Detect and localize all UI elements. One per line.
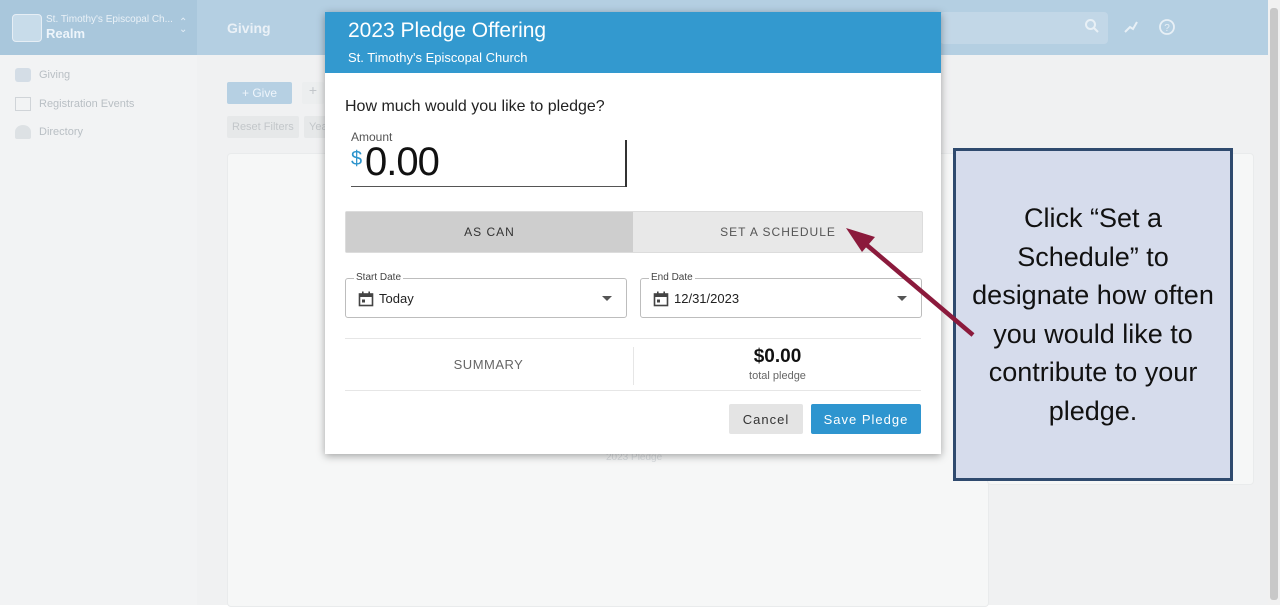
- frequency-toggle: AS CAN SET A SCHEDULE: [345, 211, 923, 253]
- church-logo-icon: [12, 14, 42, 42]
- end-date-value: 12/31/2023: [674, 291, 740, 306]
- secondary-add-button[interactable]: +: [302, 82, 324, 104]
- callout-text: Click “Set a Schedule” to designate how …: [972, 203, 1214, 426]
- sidebar-item-label: Registration Events: [39, 98, 135, 110]
- brand-switcher[interactable]: St. Timothy's Episcopal Ch... Realm ⌃ ⌄: [0, 0, 197, 55]
- summary-label: SUMMARY: [453, 357, 524, 372]
- total-pledge-value: $0.00: [753, 346, 802, 367]
- amount-underline: [351, 186, 625, 187]
- instruction-callout: Click “Set a Schedule” to designate how …: [953, 148, 1233, 481]
- events-icon: [15, 97, 31, 111]
- summary-top-divider: [345, 338, 921, 339]
- currency-symbol: $: [351, 148, 363, 170]
- pledge-question: How much would you like to pledge?: [345, 98, 605, 115]
- dropdown-arrow-icon[interactable]: [897, 296, 907, 301]
- reset-filters-button[interactable]: Reset Filters: [227, 116, 299, 138]
- amount-input[interactable]: 0.00: [365, 140, 440, 185]
- svg-text:?: ?: [1164, 23, 1170, 34]
- switch-chevron-icon[interactable]: ⌃ ⌄: [179, 18, 187, 35]
- give-button[interactable]: + Give: [227, 82, 292, 104]
- sidebar-item-registration-events[interactable]: Registration Events: [15, 94, 134, 114]
- sidebar: Giving Registration Events Directory: [0, 55, 197, 605]
- summary-bottom-divider: [345, 390, 921, 391]
- dialog-title: 2023 Pledge Offering: [348, 19, 547, 42]
- dialog-header: 2023 Pledge Offering St. Timothy's Episc…: [325, 12, 941, 73]
- search-icon[interactable]: [1084, 18, 1100, 34]
- page-title: Giving: [227, 20, 271, 36]
- pledge-dialog: 2023 Pledge Offering St. Timothy's Episc…: [325, 12, 941, 454]
- end-date-label: End Date: [649, 272, 695, 283]
- product-name: Realm: [46, 26, 86, 41]
- sidebar-item-label: Giving: [39, 69, 71, 81]
- help-icon[interactable]: ?: [1158, 18, 1176, 36]
- scrollbar-thumb[interactable]: [1270, 8, 1278, 600]
- calendar-icon: [358, 291, 374, 307]
- save-pledge-button[interactable]: Save Pledge: [811, 404, 921, 434]
- search-input[interactable]: [940, 12, 1108, 44]
- directory-icon: [15, 125, 31, 139]
- cancel-button[interactable]: Cancel: [729, 404, 803, 434]
- set-a-schedule-option[interactable]: SET A SCHEDULE: [634, 212, 922, 252]
- calendar-icon: [653, 291, 669, 307]
- text-cursor: [625, 140, 627, 187]
- church-name: St. Timothy's Episcopal Ch...: [46, 14, 173, 25]
- dropdown-arrow-icon[interactable]: [602, 296, 612, 301]
- start-date-label: Start Date: [354, 272, 404, 283]
- gift-hand-icon[interactable]: [1122, 18, 1140, 36]
- sidebar-item-giving[interactable]: Giving: [15, 65, 70, 85]
- sidebar-item-directory[interactable]: Directory: [15, 122, 83, 142]
- total-pledge-label: total pledge: [749, 370, 806, 382]
- sidebar-item-label: Directory: [39, 126, 84, 138]
- end-date-field[interactable]: End Date 12/31/2023: [640, 272, 922, 318]
- giving-icon: [15, 68, 31, 82]
- start-date-value: Today: [379, 291, 414, 306]
- as-can-option[interactable]: AS CAN: [346, 212, 633, 252]
- start-date-field[interactable]: Start Date Today: [345, 272, 627, 318]
- dialog-subtitle: St. Timothy's Episcopal Church: [348, 50, 528, 65]
